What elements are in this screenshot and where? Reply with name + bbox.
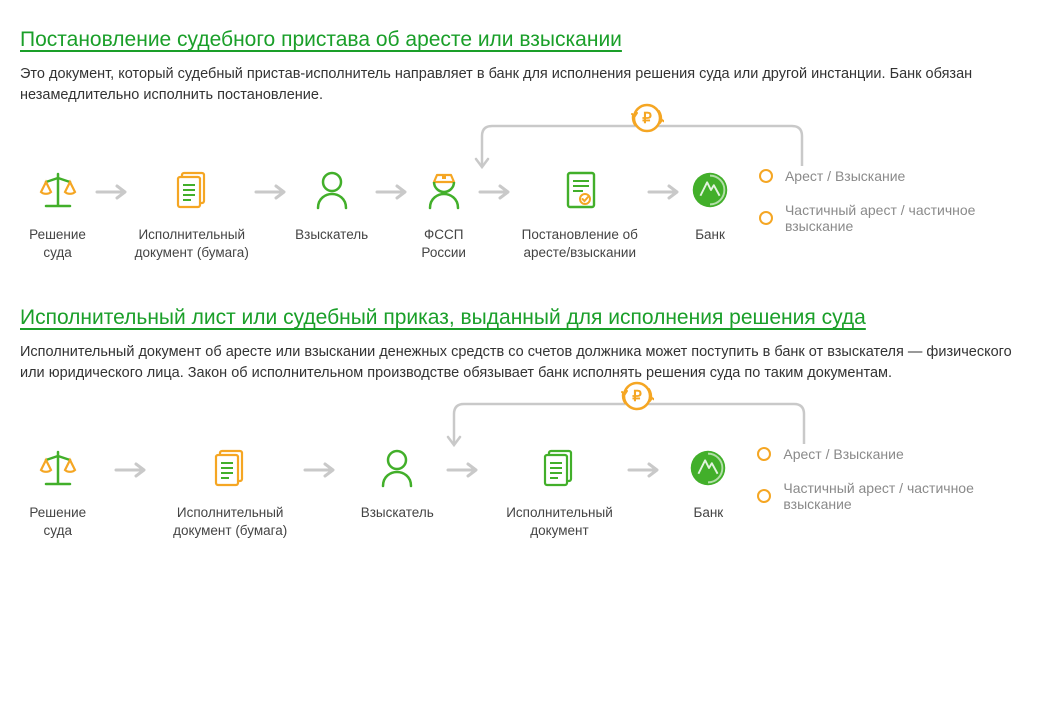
arrow-icon (446, 462, 480, 478)
outcome-item: Арест / Взыскание (757, 446, 1037, 462)
step-claimant: Взыскатель (349, 444, 446, 522)
section-1: Постановление судебного пристава об арес… (20, 28, 1037, 261)
step-label: Решение суда (20, 504, 96, 539)
bullet-icon (759, 169, 773, 183)
scales-icon (34, 166, 82, 214)
officer-icon (420, 166, 468, 214)
outcome-label: Частичный арест / частичное взыскание (785, 202, 1037, 234)
arrow-icon (254, 184, 288, 200)
documents-icon (170, 166, 214, 214)
step-label: Решение суда (20, 226, 95, 261)
step-bank: Банк (679, 444, 737, 522)
arrow-icon (647, 184, 681, 200)
section-desc: Исполнительный документ об аресте или вз… (20, 342, 1037, 384)
step-arrest-order: Постановление об аресте/взыскании (512, 166, 647, 261)
step-label: Банк (695, 226, 725, 244)
outcome-label: Арест / Взыскание (783, 446, 903, 462)
outcomes-list: Арест / Взыскание Частичный арест / част… (759, 168, 1037, 252)
step-label: Взыскатель (361, 504, 434, 522)
outcome-item: Арест / Взыскание (759, 168, 1037, 184)
arrow-icon (375, 184, 409, 200)
person-icon (373, 444, 421, 492)
arrow-icon (478, 184, 512, 200)
section-title[interactable]: Исполнительный лист или судебный приказ,… (20, 306, 1037, 330)
arrow-icon (627, 462, 661, 478)
ruble-loop-icon (630, 101, 664, 135)
documents-icon (208, 444, 252, 492)
step-bank: Банк (681, 166, 739, 244)
flow-diagram-2: Решение суда Исполнительный документ (бу… (20, 444, 1037, 539)
step-exec-doc-paper: Исполнительный документ (бумага) (158, 444, 303, 539)
outcome-label: Арест / Взыскание (785, 168, 905, 184)
section-desc: Это документ, который судебный пристав-и… (20, 64, 1037, 106)
step-court-decision: Решение суда (20, 444, 96, 539)
bullet-icon (757, 447, 771, 461)
step-label: Взыскатель (295, 226, 368, 244)
outcomes-list: Арест / Взыскание Частичный арест / част… (757, 446, 1037, 530)
step-label: Исполнительный документ (492, 504, 628, 539)
step-label: Банк (693, 504, 723, 522)
arrow-icon (95, 184, 129, 200)
step-exec-doc: Исполнительный документ (492, 444, 628, 539)
order-doc-icon (558, 166, 602, 214)
bank-icon (687, 166, 733, 214)
step-label: Постановление об аресте/взыскании (512, 226, 647, 261)
documents-icon (537, 444, 581, 492)
outcome-item: Частичный арест / частичное взыскание (759, 202, 1037, 234)
ruble-loop-icon (620, 379, 654, 413)
outcome-label: Частичный арест / частичное взыскание (783, 480, 1037, 512)
step-label: Исполнительный документ (бумага) (129, 226, 254, 261)
scales-icon (34, 444, 82, 492)
section-title[interactable]: Постановление судебного пристава об арес… (20, 28, 1037, 52)
bullet-icon (759, 211, 773, 225)
outcome-item: Частичный арест / частичное взыскание (757, 480, 1037, 512)
arrow-icon (114, 462, 148, 478)
step-label: Исполнительный документ (бумага) (158, 504, 303, 539)
bank-icon (685, 444, 731, 492)
step-fssp: ФССП России (409, 166, 478, 261)
step-label: ФССП России (409, 226, 478, 261)
step-court-decision: Решение суда (20, 166, 95, 261)
person-icon (308, 166, 356, 214)
arrow-icon (303, 462, 337, 478)
section-2: Исполнительный лист или судебный приказ,… (20, 306, 1037, 539)
step-exec-doc-paper: Исполнительный документ (бумага) (129, 166, 254, 261)
step-claimant: Взыскатель (288, 166, 375, 244)
flow-diagram-1: Решение суда Исполнительный документ (бу… (20, 166, 1037, 261)
bullet-icon (757, 489, 771, 503)
